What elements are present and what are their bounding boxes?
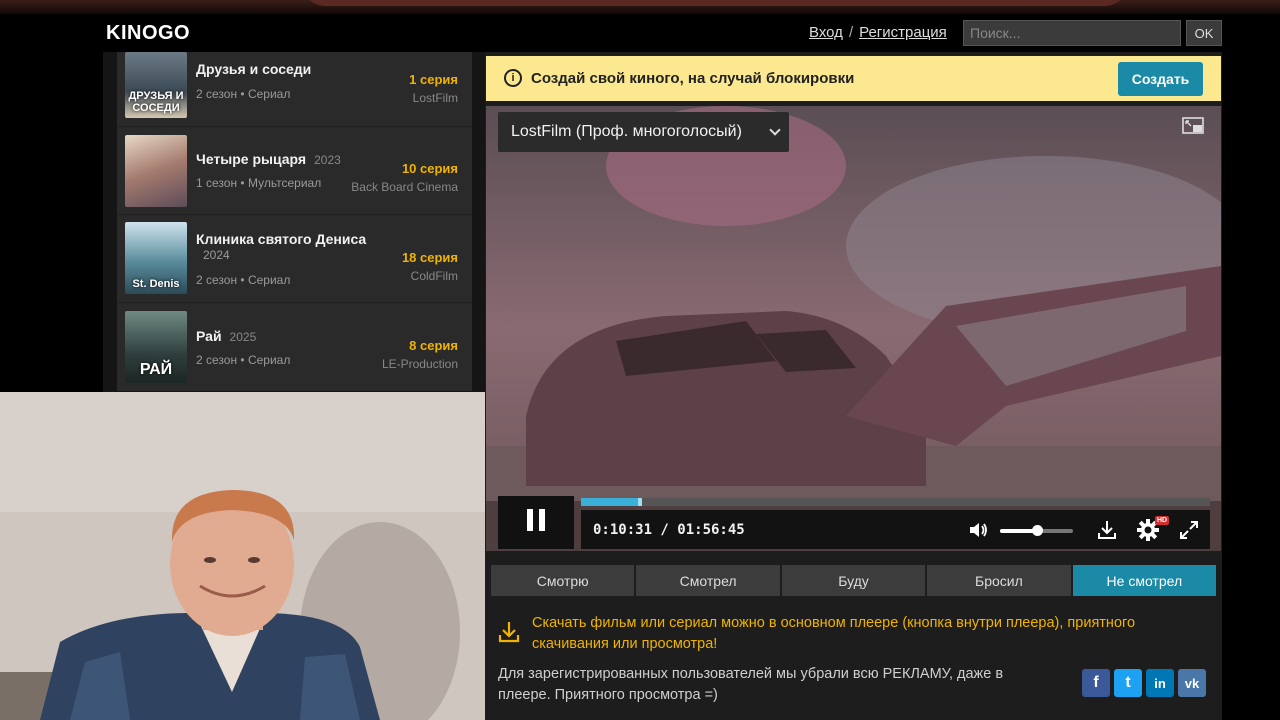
- tab-will-watch[interactable]: Буду: [781, 565, 926, 596]
- volume-icon[interactable]: [967, 519, 989, 541]
- series-poster: ДРУЗЬЯ И СОСЕДИ: [125, 52, 187, 118]
- auth-separator: /: [848, 24, 854, 41]
- browser-top-strip: [0, 0, 1280, 14]
- episode-label: 10 серия: [401, 161, 458, 176]
- series-year: 2023: [314, 153, 341, 167]
- volume-handle[interactable]: [1031, 525, 1043, 536]
- pause-icon: [524, 509, 548, 536]
- webcam-overlay: [0, 392, 485, 720]
- notice-banner: i Создай свой киного, на случай блокиров…: [486, 56, 1221, 101]
- facebook-share-button[interactable]: f: [1082, 669, 1110, 697]
- series-meta: 2 сезон • Сериал: [196, 273, 291, 287]
- progress-fill: [581, 498, 638, 506]
- poster-text: ДРУЗЬЯ И СОСЕДИ: [128, 90, 184, 114]
- series-poster: РАЙ: [125, 311, 187, 383]
- login-link[interactable]: Вход: [809, 24, 843, 41]
- picture-in-picture-icon[interactable]: [1182, 117, 1204, 134]
- download-note-icon: [498, 622, 520, 643]
- episode-label: 18 серия: [401, 250, 458, 265]
- series-title[interactable]: Четыре рыцаря 2023: [196, 151, 341, 167]
- download-note: Скачать фильм или сериал можно в основно…: [532, 615, 1136, 652]
- player-controls: 0:10:31 / 01:56:45 HD: [581, 510, 1210, 549]
- pause-button[interactable]: [498, 496, 574, 549]
- series-item[interactable]: ДРУЗЬЯ И СОСЕДИ Друзья и соседи 2 сезон …: [117, 52, 472, 127]
- screen: KINOGO Вход / Регистрация OK ДРУЗЬЯ И СОСЕ…: [0, 0, 1280, 720]
- volume-slider[interactable]: [1000, 525, 1073, 536]
- vk-icon: vk: [1184, 675, 1200, 691]
- video-image: [486, 106, 1221, 551]
- series-title[interactable]: Друзья и соседи: [196, 61, 311, 77]
- series-year: 2024: [203, 248, 230, 262]
- episode-label: 8 серия: [409, 338, 458, 353]
- studio-label: LE-Production: [381, 357, 458, 371]
- progress-handle[interactable]: [637, 498, 642, 506]
- series-poster: [125, 135, 187, 207]
- site-logo[interactable]: KINOGO: [106, 22, 190, 45]
- series-list: ДРУЗЬЯ И СОСЕДИ Друзья и соседи 2 сезон …: [117, 52, 472, 391]
- studio-label: LostFilm: [412, 91, 458, 105]
- progress-bar[interactable]: [581, 498, 1210, 506]
- series-meta: 2 сезон • Сериал: [196, 353, 291, 367]
- time-display: 0:10:31 / 01:56:45: [593, 522, 745, 538]
- linkedin-icon: in: [1154, 675, 1166, 691]
- studio-label: Back Board Cinema: [351, 180, 458, 194]
- fullscreen-icon[interactable]: [1178, 519, 1200, 541]
- video-frame[interactable]: [486, 106, 1221, 551]
- download-icon[interactable]: [1096, 519, 1118, 541]
- series-poster: St. Denis: [125, 222, 187, 294]
- series-meta: 2 сезон • Сериал: [196, 87, 291, 101]
- poster-text: St. Denis: [132, 278, 180, 290]
- search-ok-button[interactable]: OK: [1186, 20, 1222, 46]
- twitter-icon: t: [1125, 674, 1131, 691]
- tab-watched[interactable]: Смотрел: [636, 565, 780, 596]
- site-header: KINOGO Вход / Регистрация OK: [0, 14, 1280, 52]
- series-item[interactable]: Четыре рыцаря 2023 1 сезон • Мультсериал …: [117, 127, 472, 215]
- search-input[interactable]: [963, 20, 1181, 46]
- series-meta: 1 сезон • Мультсериал: [196, 176, 322, 190]
- registered-note: Для зарегистрированных пользователей мы …: [498, 666, 1004, 703]
- voice-track-label: LostFilm (Проф. многоголосый): [511, 123, 742, 140]
- series-item[interactable]: РАЙ Рай 2025 2 сезон • Сериал 8 серия LE-…: [117, 304, 472, 392]
- linkedin-share-button[interactable]: in: [1146, 669, 1174, 697]
- twitter-share-button[interactable]: t: [1114, 669, 1142, 697]
- series-item[interactable]: St. Denis Клиника святого Дениса 2024 2 …: [117, 215, 472, 303]
- info-icon: i: [504, 69, 522, 87]
- episode-label: 1 серия: [409, 72, 458, 87]
- notice-text: Создай свой киного, на случай блокировки: [531, 70, 855, 87]
- series-year: 2025: [229, 330, 257, 344]
- create-button[interactable]: Создать: [1118, 62, 1203, 96]
- status-tabs: Смотрю Смотрел Буду Бросил Не смотрел: [491, 565, 1217, 596]
- tab-dropped[interactable]: Бросил: [927, 565, 1071, 596]
- hd-badge: HD: [1155, 516, 1170, 525]
- series-title[interactable]: Рай 2025: [196, 328, 256, 344]
- series-title[interactable]: Клиника святого Дениса: [196, 231, 366, 247]
- tab-watching[interactable]: Смотрю: [491, 565, 635, 596]
- studio-label: ColdFilm: [410, 269, 458, 283]
- poster-text: РАЙ: [139, 361, 173, 378]
- voice-track-select[interactable]: LostFilm (Проф. многоголосый): [498, 112, 789, 152]
- vk-share-button[interactable]: vk: [1178, 669, 1206, 697]
- register-link[interactable]: Регистрация: [859, 24, 947, 41]
- tab-not-watched[interactable]: Не смотрел: [1072, 565, 1217, 596]
- auth-links: Вход / Регистрация: [809, 24, 947, 41]
- webcam-image: [0, 392, 485, 720]
- chevron-down-icon: [769, 124, 781, 136]
- facebook-icon: f: [1093, 674, 1099, 691]
